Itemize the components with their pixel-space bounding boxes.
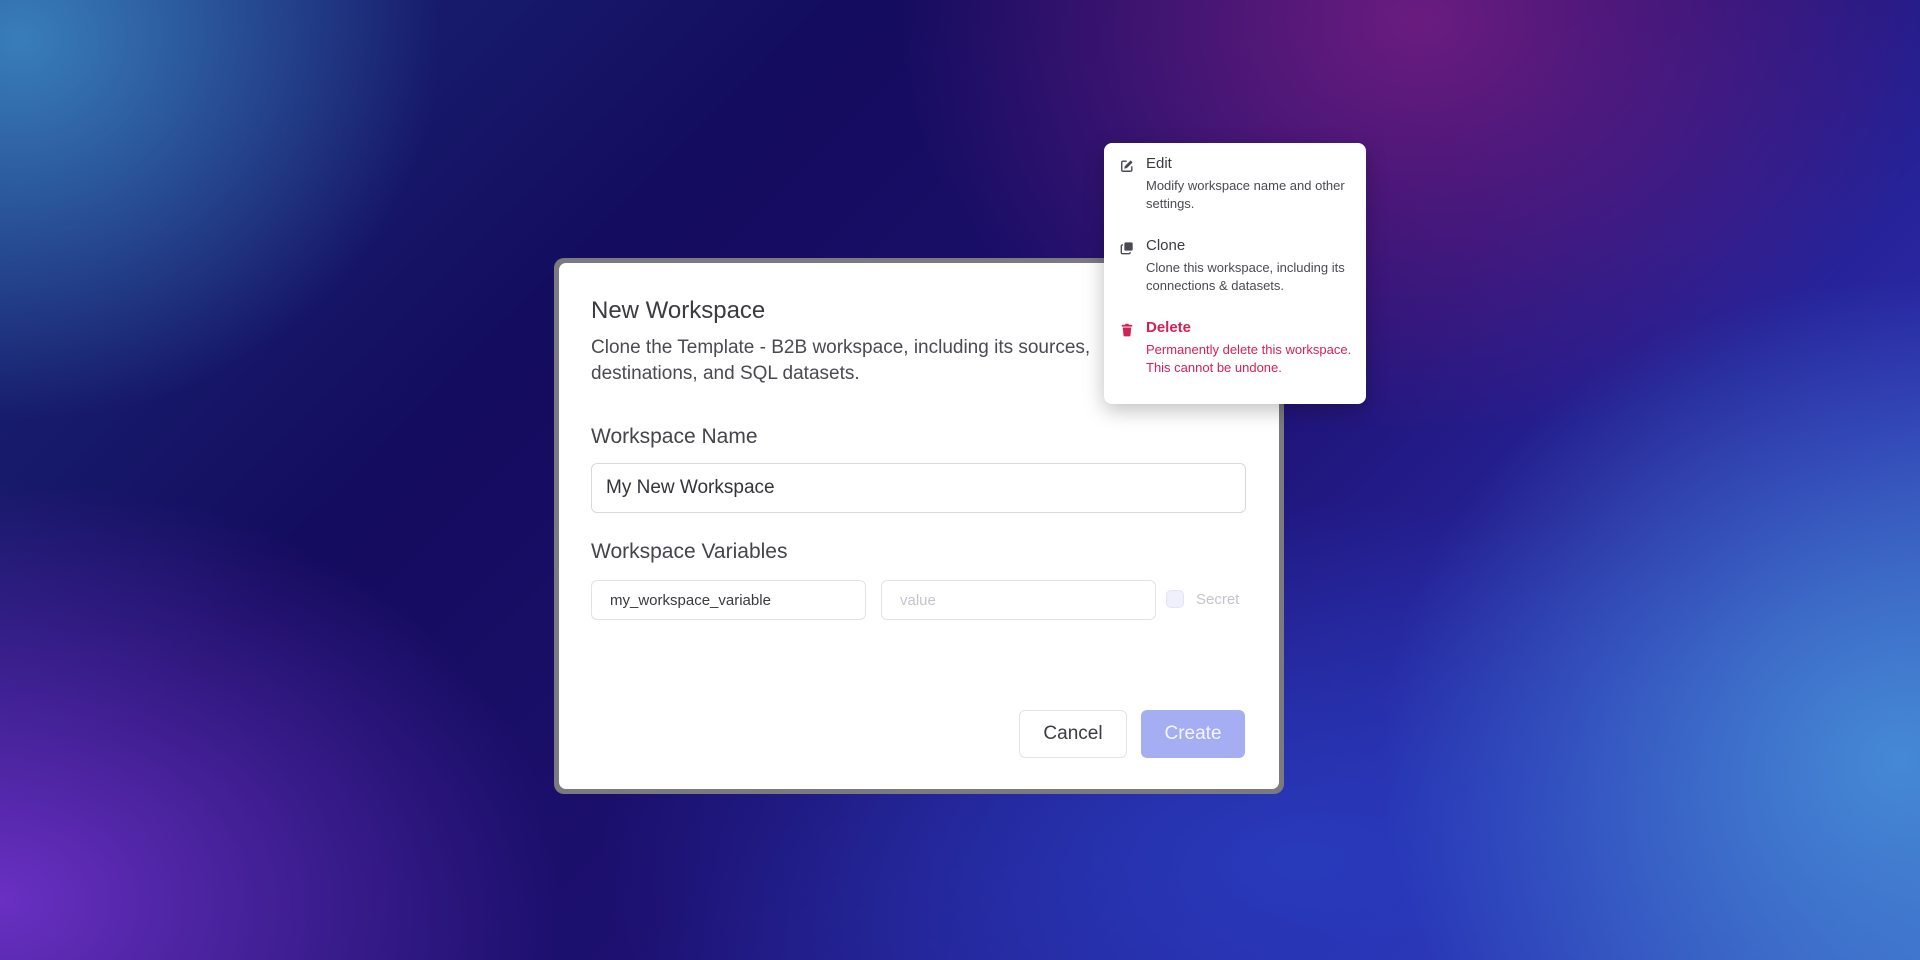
clone-icon: [1120, 242, 1133, 255]
variable-key-input[interactable]: [591, 580, 866, 620]
edit-icon: [1121, 160, 1133, 172]
cancel-button[interactable]: Cancel: [1019, 710, 1127, 758]
secret-label: Secret: [1196, 590, 1240, 608]
menu-item-clone-label: Clone: [1146, 237, 1186, 254]
create-button[interactable]: Create: [1141, 710, 1245, 758]
menu-item-delete-label: Delete: [1146, 319, 1192, 336]
workspace-name-label: Workspace Name: [591, 425, 758, 448]
dialog-description: Clone the Template - B2B workspace, incl…: [591, 337, 1091, 384]
menu-item-delete-description: Permanently delete this workspace. This …: [1146, 342, 1352, 375]
menu-item-edit-description: Modify workspace name and other settings…: [1146, 178, 1345, 211]
workspace-variables-label: Workspace Variables: [591, 540, 788, 563]
secret-checkbox[interactable]: [1166, 590, 1184, 608]
dialog-title: New Workspace: [591, 297, 766, 324]
trash-icon: [1121, 323, 1133, 337]
secret-toggle[interactable]: Secret: [1166, 590, 1239, 608]
workspace-actions-menu: Edit Modify workspace name and other set…: [1104, 143, 1366, 404]
menu-item-edit-label: Edit: [1146, 155, 1172, 172]
variable-value-input[interactable]: [881, 580, 1156, 620]
menu-item-clone-description: Clone this workspace, including its conn…: [1146, 260, 1345, 293]
workspace-name-input[interactable]: [591, 463, 1246, 513]
